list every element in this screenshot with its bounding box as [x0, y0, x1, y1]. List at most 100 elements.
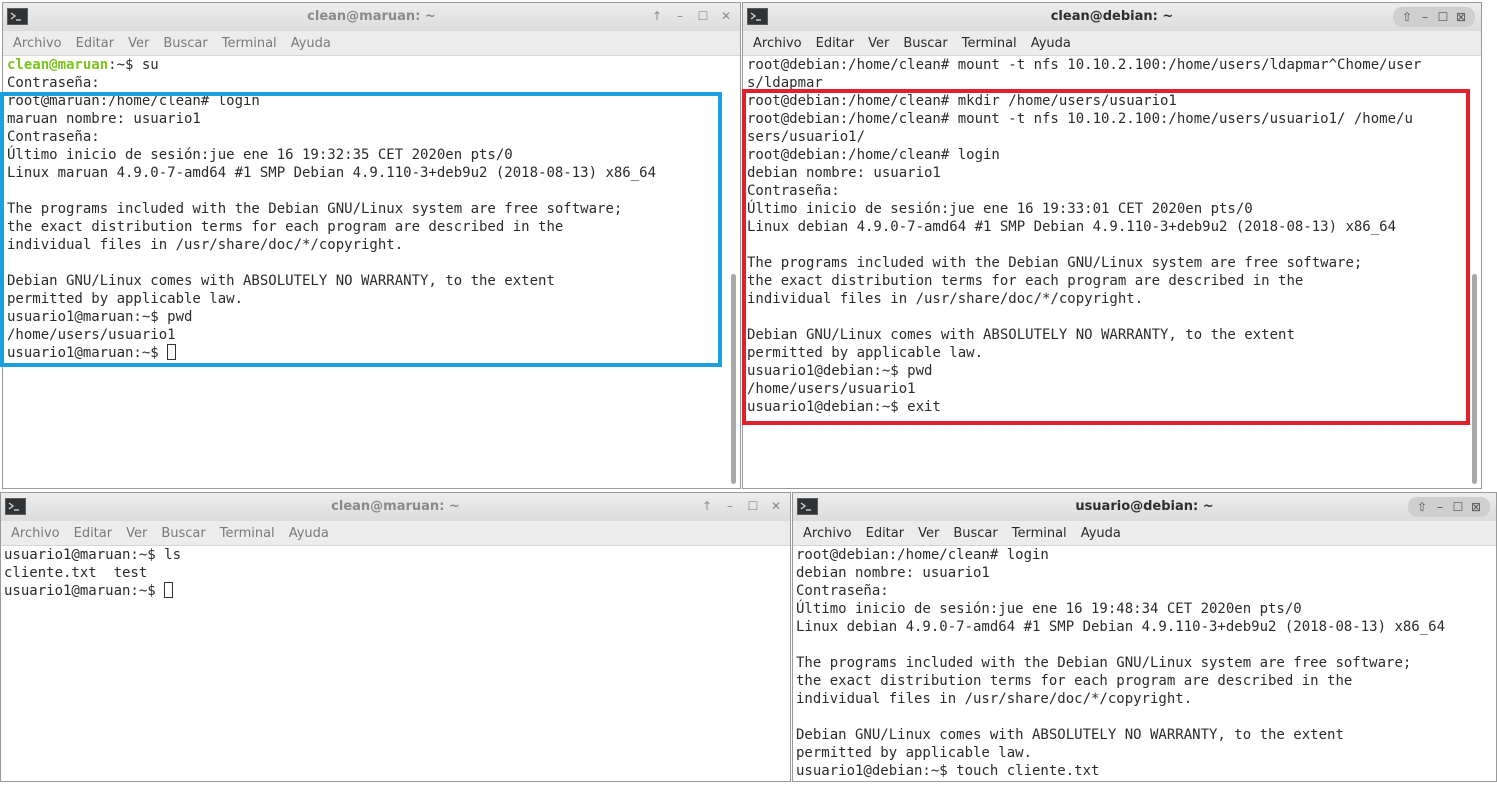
prompt-text: usuario1@maruan:~$ — [4, 583, 165, 599]
window-title: clean@maruan: ~ — [331, 499, 460, 514]
scrollbar[interactable] — [1471, 59, 1478, 484]
terminal-output[interactable]: root@debian:/home/clean# login debian nom… — [796, 546, 1492, 781]
menu-buscar[interactable]: Buscar — [946, 526, 1004, 541]
terminal-line: Contraseña: — [747, 183, 840, 199]
terminal-line: sers/usuario1/ — [747, 129, 866, 145]
minimize-icon[interactable]: – — [1417, 8, 1433, 26]
menu-terminal[interactable]: Terminal — [215, 36, 284, 51]
menu-archivo[interactable]: Archivo — [746, 36, 809, 51]
terminal-line: Debian GNU/Linux comes with ABSOLUTELY N… — [7, 273, 555, 289]
menu-editar[interactable]: Editar — [859, 526, 912, 541]
menu-buscar[interactable]: Buscar — [156, 36, 214, 51]
minimize-icon[interactable]: – — [722, 497, 738, 515]
menu-buscar[interactable]: Buscar — [896, 36, 954, 51]
menu-ver[interactable]: Ver — [119, 526, 154, 541]
menu-bar: Archivo Editar Ver Buscar Terminal Ayuda — [793, 521, 1496, 546]
menu-archivo[interactable]: Archivo — [6, 36, 69, 51]
title-bar[interactable]: usuario@debian: ~ ⇧ – ☐ ⊠ — [793, 493, 1496, 522]
maximize-icon[interactable]: ☐ — [1435, 8, 1451, 26]
terminal-line: maruan nombre: usuario1 — [7, 111, 201, 127]
menu-ver[interactable]: Ver — [121, 36, 156, 51]
window-title: clean@maruan: ~ — [307, 9, 436, 24]
window-title: clean@debian: ~ — [1050, 9, 1174, 24]
terminal-window-debian-bottom[interactable]: usuario@debian: ~ ⇧ – ☐ ⊠ Archivo Editar… — [792, 492, 1497, 782]
keep-above-icon[interactable]: ↑ — [699, 497, 715, 515]
menu-terminal[interactable]: Terminal — [213, 526, 282, 541]
terminal-line: usuario1@debian:~$ pwd — [747, 363, 933, 379]
menu-terminal[interactable]: Terminal — [1005, 526, 1074, 541]
menu-archivo[interactable]: Archivo — [4, 526, 67, 541]
terminal-line: usuario1@maruan:~$ — [7, 344, 726, 362]
terminal-line: root@debian:/home/clean# mount -t nfs 10… — [747, 57, 1422, 73]
menu-buscar[interactable]: Buscar — [154, 526, 212, 541]
menu-ayuda[interactable]: Ayuda — [1024, 36, 1078, 51]
keep-above-icon[interactable]: ↑ — [649, 7, 665, 25]
maximize-icon[interactable]: ☐ — [1450, 498, 1466, 516]
keep-above-icon[interactable]: ⇧ — [1414, 498, 1430, 516]
terminal-output[interactable]: usuario1@maruan:~$ ls cliente.txt test usu… — [4, 546, 776, 781]
terminal-line: usuario1@maruan:~$ ls — [4, 547, 182, 563]
terminal-output[interactable]: clean@maruan:~$ su Contraseña: root@maruan… — [7, 56, 726, 488]
terminal-line: usuario1@debian:~$ touch cliente.txt — [796, 763, 1100, 779]
terminal-window-maruan-top[interactable]: clean@maruan: ~ ↑ – ☐ ✕ Archivo Editar V… — [2, 2, 741, 489]
terminal-window-debian-top[interactable]: clean@debian: ~ ⇧ – ☐ ⊠ Archivo Editar V… — [742, 2, 1482, 489]
menu-ver[interactable]: Ver — [911, 526, 946, 541]
terminal-line: usuario1@maruan:~$ — [4, 582, 776, 600]
terminal-line: the exact distribution terms for each pr… — [747, 273, 1304, 289]
terminal-line: cliente.txt test — [4, 565, 148, 581]
menu-bar: Archivo Editar Ver Buscar Terminal Ayuda — [743, 31, 1481, 56]
terminal-line: debian nombre: usuario1 — [796, 565, 990, 581]
minimize-icon[interactable]: – — [1432, 498, 1448, 516]
close-icon[interactable]: ✕ — [768, 497, 784, 515]
scrollbar-thumb[interactable] — [731, 274, 736, 484]
menu-editar[interactable]: Editar — [809, 36, 862, 51]
terminal-line: The programs included with the Debian GN… — [747, 255, 1363, 271]
minimize-icon[interactable]: – — [672, 7, 688, 25]
scrollbar-thumb[interactable] — [1472, 274, 1477, 484]
title-bar[interactable]: clean@maruan: ~ ↑ – ☐ ✕ — [3, 3, 740, 32]
terminal-output[interactable]: root@debian:/home/clean# mount -t nfs 10… — [747, 56, 1467, 488]
terminal-line: Linux maruan 4.9.0-7-amd64 #1 SMP Debian… — [7, 165, 657, 181]
terminal-window-maruan-bottom[interactable]: clean@maruan: ~ ↑ – ☐ ✕ Archivo Editar V… — [0, 492, 791, 782]
menu-ver[interactable]: Ver — [861, 36, 896, 51]
menu-ayuda[interactable]: Ayuda — [1074, 526, 1128, 541]
menu-archivo[interactable]: Archivo — [796, 526, 859, 541]
menu-ayuda[interactable]: Ayuda — [284, 36, 338, 51]
terminal-line: Último inicio de sesión:jue ene 16 19:33… — [747, 201, 1253, 217]
scrollbar[interactable] — [730, 59, 737, 484]
menu-editar[interactable]: Editar — [67, 526, 120, 541]
terminal-line: the exact distribution terms for each pr… — [7, 219, 564, 235]
maximize-icon[interactable]: ☐ — [695, 7, 711, 25]
terminal-line: permitted by applicable law. — [747, 345, 984, 361]
close-icon[interactable]: ⊠ — [1468, 498, 1484, 516]
keep-above-icon[interactable]: ⇧ — [1399, 8, 1415, 26]
terminal-line: debian nombre: usuario1 — [747, 165, 941, 181]
terminal-line: Linux debian 4.9.0-7-amd64 #1 SMP Debian… — [796, 619, 1446, 635]
terminal-cursor — [164, 582, 174, 598]
window-title: usuario@debian: ~ — [1075, 499, 1214, 514]
terminal-line: The programs included with the Debian GN… — [7, 201, 623, 217]
terminal-line: individual files in /usr/share/doc/*/cop… — [7, 237, 404, 253]
terminal-line: root@debian:/home/clean# mount -t nfs 10… — [747, 111, 1413, 127]
terminal-line: individual files in /usr/share/doc/*/cop… — [747, 291, 1144, 307]
terminal-line: root@maruan:/home/clean# login — [7, 93, 260, 109]
terminal-line: permitted by applicable law. — [796, 745, 1033, 761]
title-bar[interactable]: clean@debian: ~ ⇧ – ☐ ⊠ — [743, 3, 1481, 32]
maximize-icon[interactable]: ☐ — [745, 497, 761, 515]
terminal-line: The programs included with the Debian GN… — [796, 655, 1412, 671]
menu-terminal[interactable]: Terminal — [955, 36, 1024, 51]
close-icon[interactable]: ✕ — [718, 7, 734, 25]
menu-ayuda[interactable]: Ayuda — [282, 526, 336, 541]
menu-bar: Archivo Editar Ver Buscar Terminal Ayuda — [1, 521, 790, 546]
menu-editar[interactable]: Editar — [69, 36, 122, 51]
terminal-line: root@debian:/home/clean# login — [796, 547, 1049, 563]
title-bar[interactable]: clean@maruan: ~ ↑ – ☐ ✕ — [1, 493, 790, 522]
close-icon[interactable]: ⊠ — [1453, 8, 1469, 26]
terminal-line: /home/users/usuario1 — [7, 327, 176, 343]
terminal-line: clean@maruan:~$ su — [7, 56, 726, 74]
